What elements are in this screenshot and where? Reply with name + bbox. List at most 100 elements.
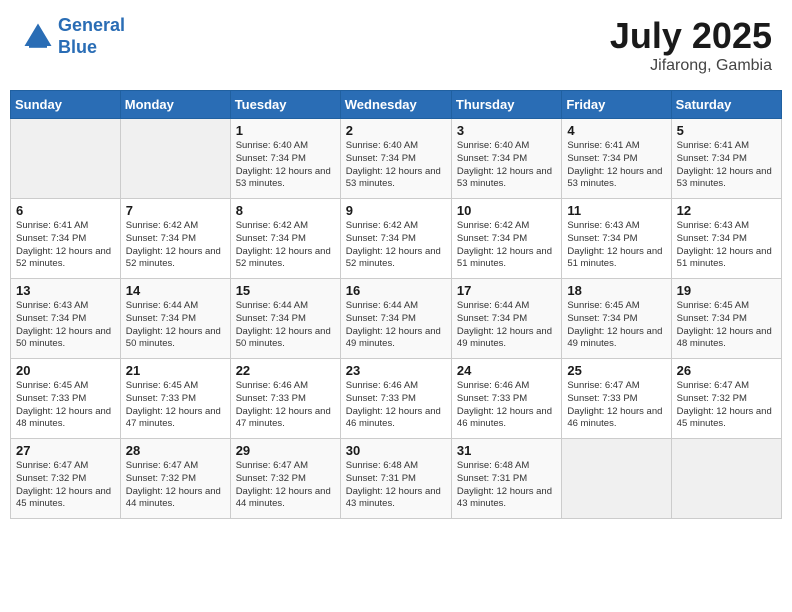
calendar-day-cell: 4 Sunrise: 6:41 AMSunset: 7:34 PMDayligh… [562,119,671,199]
calendar-week-row: 20 Sunrise: 6:45 AMSunset: 7:33 PMDaylig… [11,359,782,439]
day-info: Sunrise: 6:43 AMSunset: 7:34 PMDaylight:… [677,220,772,269]
day-info: Sunrise: 6:43 AMSunset: 7:34 PMDaylight:… [16,300,111,349]
calendar-day-cell: 16 Sunrise: 6:44 AMSunset: 7:34 PMDaylig… [340,279,451,359]
day-info: Sunrise: 6:43 AMSunset: 7:34 PMDaylight:… [567,220,662,269]
day-info: Sunrise: 6:42 AMSunset: 7:34 PMDaylight:… [457,220,552,269]
day-of-week-header: Friday [562,91,671,119]
calendar-week-row: 1 Sunrise: 6:40 AMSunset: 7:34 PMDayligh… [11,119,782,199]
calendar-day-cell: 13 Sunrise: 6:43 AMSunset: 7:34 PMDaylig… [11,279,121,359]
calendar-day-cell: 14 Sunrise: 6:44 AMSunset: 7:34 PMDaylig… [120,279,230,359]
day-info: Sunrise: 6:47 AMSunset: 7:32 PMDaylight:… [236,460,331,509]
day-info: Sunrise: 6:40 AMSunset: 7:34 PMDaylight:… [457,140,552,189]
day-number: 10 [457,203,556,218]
day-number: 1 [236,123,335,138]
day-info: Sunrise: 6:41 AMSunset: 7:34 PMDaylight:… [567,140,662,189]
location-title: Jifarong, Gambia [610,57,772,75]
calendar-day-cell: 18 Sunrise: 6:45 AMSunset: 7:34 PMDaylig… [562,279,671,359]
calendar-day-cell: 17 Sunrise: 6:44 AMSunset: 7:34 PMDaylig… [451,279,561,359]
day-of-week-header: Saturday [671,91,781,119]
calendar-day-cell: 10 Sunrise: 6:42 AMSunset: 7:34 PMDaylig… [451,199,561,279]
day-info: Sunrise: 6:48 AMSunset: 7:31 PMDaylight:… [346,460,441,509]
calendar-day-cell: 2 Sunrise: 6:40 AMSunset: 7:34 PMDayligh… [340,119,451,199]
day-info: Sunrise: 6:44 AMSunset: 7:34 PMDaylight:… [346,300,441,349]
day-number: 25 [567,363,665,378]
day-number: 12 [677,203,776,218]
day-info: Sunrise: 6:47 AMSunset: 7:32 PMDaylight:… [677,380,772,429]
day-info: Sunrise: 6:46 AMSunset: 7:33 PMDaylight:… [457,380,552,429]
calendar-day-cell: 22 Sunrise: 6:46 AMSunset: 7:33 PMDaylig… [230,359,340,439]
day-info: Sunrise: 6:41 AMSunset: 7:34 PMDaylight:… [16,220,111,269]
calendar-day-cell: 20 Sunrise: 6:45 AMSunset: 7:33 PMDaylig… [11,359,121,439]
calendar-day-cell [11,119,121,199]
day-number: 15 [236,283,335,298]
calendar-day-cell: 12 Sunrise: 6:43 AMSunset: 7:34 PMDaylig… [671,199,781,279]
day-number: 2 [346,123,446,138]
day-number: 5 [677,123,776,138]
day-number: 16 [346,283,446,298]
day-number: 7 [126,203,225,218]
day-number: 28 [126,443,225,458]
logo: General Blue [20,15,125,58]
calendar-day-cell: 9 Sunrise: 6:42 AMSunset: 7:34 PMDayligh… [340,199,451,279]
day-info: Sunrise: 6:45 AMSunset: 7:34 PMDaylight:… [567,300,662,349]
calendar-day-cell: 24 Sunrise: 6:46 AMSunset: 7:33 PMDaylig… [451,359,561,439]
day-number: 22 [236,363,335,378]
day-number: 17 [457,283,556,298]
day-number: 23 [346,363,446,378]
day-of-week-header: Sunday [11,91,121,119]
day-number: 4 [567,123,665,138]
day-of-week-header: Tuesday [230,91,340,119]
day-number: 13 [16,283,115,298]
calendar-day-cell: 5 Sunrise: 6:41 AMSunset: 7:34 PMDayligh… [671,119,781,199]
calendar-day-cell: 25 Sunrise: 6:47 AMSunset: 7:33 PMDaylig… [562,359,671,439]
calendar-day-cell: 6 Sunrise: 6:41 AMSunset: 7:34 PMDayligh… [11,199,121,279]
day-of-week-header: Wednesday [340,91,451,119]
day-number: 30 [346,443,446,458]
calendar-header-row: SundayMondayTuesdayWednesdayThursdayFrid… [11,91,782,119]
title-block: July 2025 Jifarong, Gambia [610,15,772,75]
day-info: Sunrise: 6:44 AMSunset: 7:34 PMDaylight:… [236,300,331,349]
day-number: 24 [457,363,556,378]
day-info: Sunrise: 6:40 AMSunset: 7:34 PMDaylight:… [236,140,331,189]
day-number: 18 [567,283,665,298]
logo-icon [20,19,56,55]
day-info: Sunrise: 6:45 AMSunset: 7:33 PMDaylight:… [16,380,111,429]
day-info: Sunrise: 6:47 AMSunset: 7:33 PMDaylight:… [567,380,662,429]
calendar-day-cell: 31 Sunrise: 6:48 AMSunset: 7:31 PMDaylig… [451,439,561,519]
calendar-day-cell [562,439,671,519]
calendar-day-cell: 23 Sunrise: 6:46 AMSunset: 7:33 PMDaylig… [340,359,451,439]
page-header: General Blue July 2025 Jifarong, Gambia [10,10,782,80]
day-info: Sunrise: 6:42 AMSunset: 7:34 PMDaylight:… [236,220,331,269]
day-number: 14 [126,283,225,298]
calendar-day-cell: 8 Sunrise: 6:42 AMSunset: 7:34 PMDayligh… [230,199,340,279]
day-number: 21 [126,363,225,378]
day-number: 27 [16,443,115,458]
day-info: Sunrise: 6:44 AMSunset: 7:34 PMDaylight:… [457,300,552,349]
calendar-week-row: 27 Sunrise: 6:47 AMSunset: 7:32 PMDaylig… [11,439,782,519]
day-number: 19 [677,283,776,298]
calendar-day-cell: 11 Sunrise: 6:43 AMSunset: 7:34 PMDaylig… [562,199,671,279]
calendar-day-cell: 15 Sunrise: 6:44 AMSunset: 7:34 PMDaylig… [230,279,340,359]
day-number: 20 [16,363,115,378]
day-info: Sunrise: 6:45 AMSunset: 7:34 PMDaylight:… [677,300,772,349]
calendar-table: SundayMondayTuesdayWednesdayThursdayFrid… [10,90,782,519]
day-number: 3 [457,123,556,138]
calendar-day-cell: 29 Sunrise: 6:47 AMSunset: 7:32 PMDaylig… [230,439,340,519]
calendar-day-cell: 28 Sunrise: 6:47 AMSunset: 7:32 PMDaylig… [120,439,230,519]
day-info: Sunrise: 6:44 AMSunset: 7:34 PMDaylight:… [126,300,221,349]
logo-blue: Blue [58,37,97,57]
month-title: July 2025 [610,15,772,57]
day-number: 11 [567,203,665,218]
day-info: Sunrise: 6:42 AMSunset: 7:34 PMDaylight:… [346,220,441,269]
day-info: Sunrise: 6:47 AMSunset: 7:32 PMDaylight:… [16,460,111,509]
day-info: Sunrise: 6:41 AMSunset: 7:34 PMDaylight:… [677,140,772,189]
day-number: 31 [457,443,556,458]
day-number: 29 [236,443,335,458]
calendar-day-cell: 19 Sunrise: 6:45 AMSunset: 7:34 PMDaylig… [671,279,781,359]
day-info: Sunrise: 6:40 AMSunset: 7:34 PMDaylight:… [346,140,441,189]
calendar-day-cell: 26 Sunrise: 6:47 AMSunset: 7:32 PMDaylig… [671,359,781,439]
day-of-week-header: Monday [120,91,230,119]
day-info: Sunrise: 6:46 AMSunset: 7:33 PMDaylight:… [346,380,441,429]
calendar-day-cell [671,439,781,519]
calendar-day-cell: 21 Sunrise: 6:45 AMSunset: 7:33 PMDaylig… [120,359,230,439]
